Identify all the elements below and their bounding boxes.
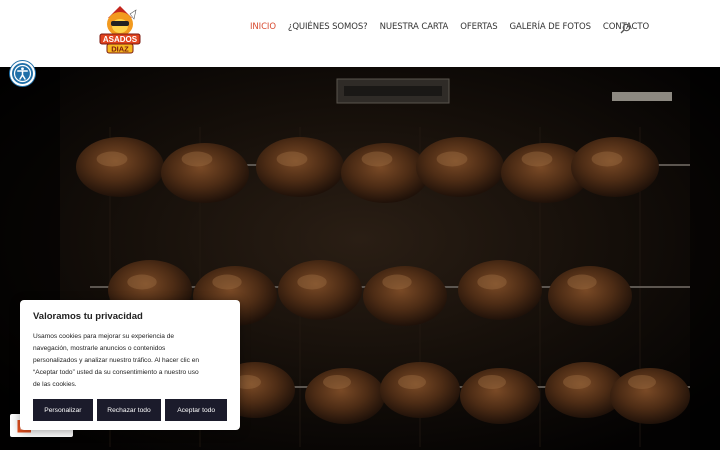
- customize-cookies-button[interactable]: Personalizar: [33, 399, 93, 421]
- search-icon[interactable]: [620, 23, 631, 34]
- chicken-highlight: [181, 151, 213, 167]
- roast-chicken: [458, 260, 542, 320]
- roast-chicken: [256, 137, 344, 197]
- chicken-highlight: [436, 151, 468, 167]
- asados-diaz-logo[interactable]: ASADOS DIAZ: [98, 4, 142, 54]
- reject-all-button[interactable]: Rechazar todo: [96, 399, 162, 421]
- cookie-buttons: Personalizar Rechazar todo Aceptar todo: [33, 399, 227, 421]
- cookie-message-line: Usamos cookies para mejorar su experienc…: [33, 333, 175, 340]
- roast-chicken: [380, 362, 460, 418]
- cookie-message-line: de las cookies.: [33, 381, 77, 388]
- chicken-highlight: [567, 274, 597, 290]
- chicken-highlight: [382, 274, 412, 290]
- chicken-highlight: [96, 151, 128, 167]
- cookie-banner: Valoramos tu privacidad Usamos cookies p…: [20, 300, 240, 430]
- roast-chicken: [278, 260, 362, 320]
- site-header: ASADOS DIAZ INICIO ¿QUIÉNES SOMOS? NUEST…: [0, 0, 720, 67]
- roast-chicken: [416, 137, 504, 197]
- accept-all-button[interactable]: Aceptar todo: [165, 399, 227, 421]
- accessibility-button[interactable]: [10, 61, 35, 86]
- nav-ofertas[interactable]: OFERTAS: [460, 22, 497, 32]
- roast-chicken: [571, 137, 659, 197]
- chicken-highlight: [521, 151, 553, 167]
- chicken-highlight: [591, 151, 623, 167]
- svg-text:DIAZ: DIAZ: [111, 45, 129, 54]
- chicken-highlight: [563, 375, 591, 389]
- chicken-highlight: [276, 151, 308, 167]
- chicken-highlight: [297, 274, 327, 290]
- cookie-message-line: personalizados y analizar nuestro tráfic…: [33, 357, 200, 364]
- roast-chicken: [76, 137, 164, 197]
- cookie-message-line: navegación, mostrarle anuncios o conteni…: [33, 345, 166, 352]
- roast-chicken: [341, 143, 429, 203]
- svg-text:ASADOS: ASADOS: [103, 35, 138, 44]
- roast-chicken: [548, 266, 632, 326]
- nav-quienes-somos[interactable]: ¿QUIÉNES SOMOS?: [288, 22, 368, 32]
- chicken-highlight: [628, 375, 656, 389]
- chicken-highlight: [361, 151, 393, 167]
- cookie-title: Valoramos tu privacidad: [33, 311, 143, 322]
- chicken-highlight: [398, 375, 426, 389]
- nav-inicio[interactable]: INICIO: [250, 22, 276, 32]
- chicken-highlight: [127, 274, 157, 290]
- roast-chicken: [363, 266, 447, 326]
- chicken-highlight: [323, 375, 351, 389]
- main-nav: INICIO ¿QUIÉNES SOMOS? NUESTRA CARTA OFE…: [250, 22, 661, 32]
- cookie-message: Usamos cookies para mejorar su experienc…: [33, 331, 229, 391]
- cookie-message-line: “Aceptar todo” usted da su consentimient…: [33, 369, 199, 376]
- chicken-highlight: [212, 274, 242, 290]
- accessibility-icon: [13, 64, 32, 83]
- roast-chicken: [161, 143, 249, 203]
- nav-nuestra-carta[interactable]: NUESTRA CARTA: [380, 22, 449, 32]
- chicken-highlight: [477, 274, 507, 290]
- chicken-highlight: [478, 375, 506, 389]
- nav-galeria-de-fotos[interactable]: GALERÍA DE FOTOS: [510, 22, 591, 32]
